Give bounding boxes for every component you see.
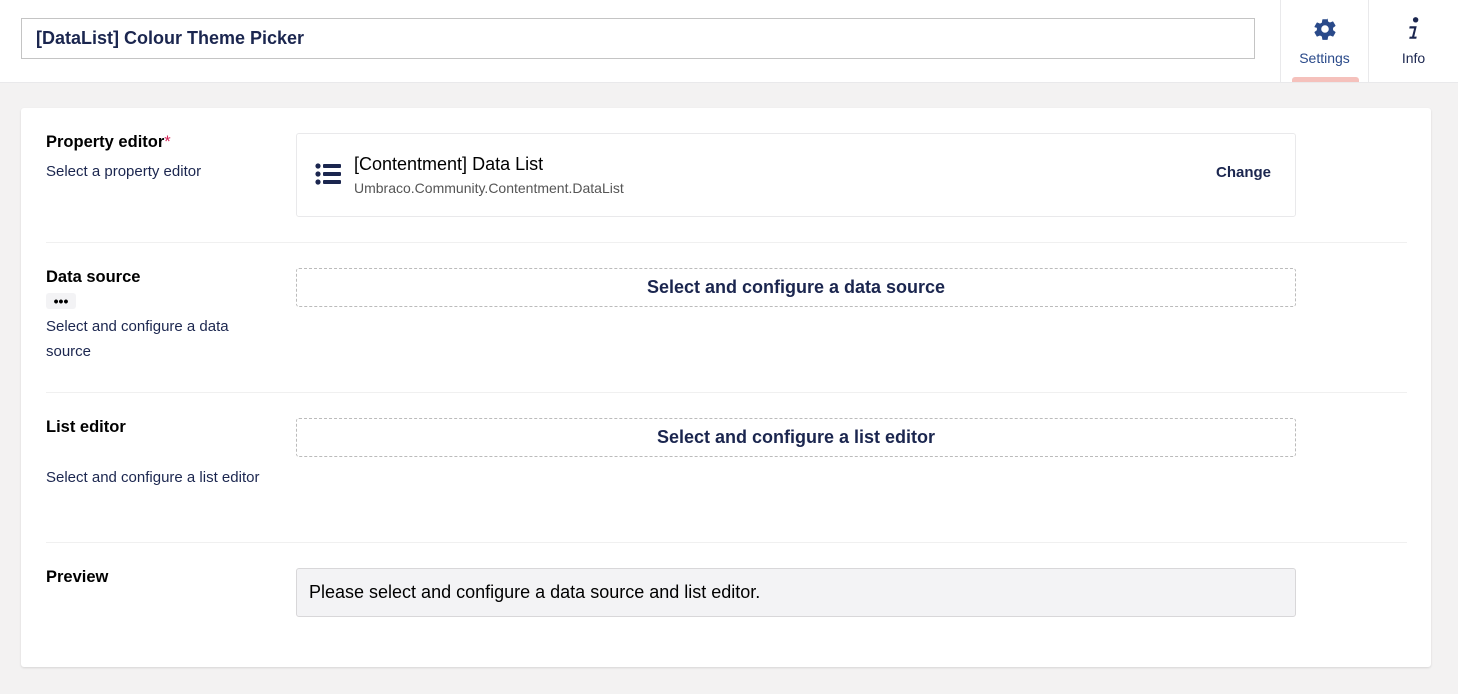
data-source-row: Data source ••• Select and configure a d… [46, 268, 1407, 393]
preview-row: Preview Please select and configure a da… [46, 568, 1407, 643]
select-list-editor-button[interactable]: Select and configure a list editor [296, 418, 1296, 457]
app-settings-label: Settings [1299, 50, 1350, 66]
property-editor-alias: Umbraco.Community.Contentment.DataList [354, 180, 624, 196]
app-info[interactable]: Info [1368, 0, 1458, 82]
info-icon [1408, 17, 1418, 39]
property-editor-name: [Contentment] Data List [354, 154, 544, 174]
settings-panel: Property editor* Select a property edito… [21, 108, 1431, 667]
preview-label-col: Preview [46, 568, 266, 587]
preview-message: Please select and configure a data sourc… [296, 568, 1296, 617]
datatype-name-input[interactable] [21, 18, 1255, 59]
required-marker: * [164, 133, 171, 151]
change-button[interactable]: Change [1216, 164, 1271, 181]
property-editor-label-text: Property editor [46, 133, 165, 151]
editor-header: Settings Info [0, 0, 1458, 83]
list-editor-description: Select and configure a list editor [46, 469, 260, 486]
more-options-button[interactable]: ••• [46, 293, 76, 309]
data-source-label: Data source [46, 268, 141, 286]
property-editor-label-col: Property editor* Select a property edito… [46, 133, 266, 184]
list-editor-label: List editor [46, 418, 126, 436]
data-source-label-col: Data source ••• Select and configure a d… [46, 268, 266, 364]
active-tab-indicator [1292, 77, 1359, 82]
property-editor-label: Property editor* [46, 133, 266, 152]
property-editor-card[interactable]: [Contentment] Data List Umbraco.Communit… [296, 133, 1296, 217]
list-editor-label-col: List editor Select and configure a list … [46, 418, 266, 490]
data-source-description: Select and configure a data source [46, 318, 229, 360]
property-editor-row: Property editor* Select a property edito… [46, 133, 1407, 243]
list-icon [315, 163, 341, 185]
list-editor-row: List editor Select and configure a list … [46, 418, 1407, 543]
gear-icon [1313, 18, 1336, 40]
select-data-source-button[interactable]: Select and configure a data source [296, 268, 1296, 307]
data-source-dots-wrap: ••• [46, 293, 266, 311]
preview-label: Preview [46, 568, 109, 586]
property-editor-description: Select a property editor [46, 163, 202, 180]
app-settings[interactable]: Settings [1280, 0, 1368, 82]
app-info-label: Info [1401, 50, 1426, 66]
